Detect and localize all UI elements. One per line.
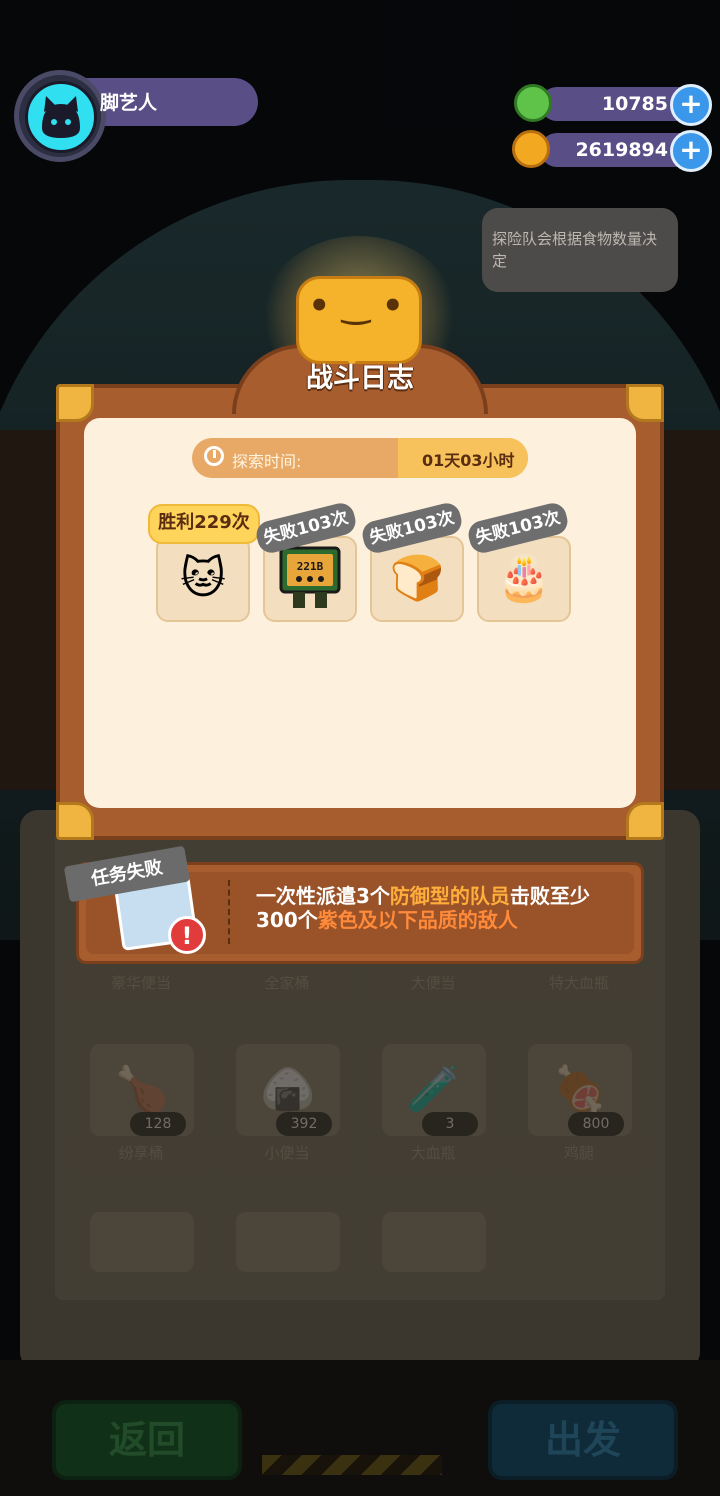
- explore-time-value: 01天03小时: [422, 451, 515, 470]
- calico-cat-hero-icon: 🐱: [180, 553, 226, 604]
- smile-face-icon: • ‿ •: [308, 286, 404, 326]
- explore-time-label: 探索时间:: [232, 452, 302, 471]
- mission-text-highlight: 紫色及以下品质的敌人: [317, 908, 518, 932]
- gold-planet-coin-icon: [512, 130, 550, 168]
- clock-hand: [213, 450, 216, 458]
- green-gem-icon: [514, 84, 552, 122]
- alert-icon: !: [168, 916, 206, 954]
- mission-text-highlight: 防御型的队员: [389, 884, 510, 908]
- add-gems-button[interactable]: +: [670, 84, 712, 126]
- player-name: 脚艺人: [100, 92, 158, 114]
- corner-ornament: [626, 384, 664, 422]
- win-count-badge: 胜利229次: [148, 504, 260, 544]
- 221b-box-monster-icon: 221B: [279, 546, 341, 608]
- avatar[interactable]: [25, 81, 97, 153]
- corner-ornament: [626, 802, 664, 840]
- coin-count: 2619894: [575, 139, 668, 161]
- corner-ornament: [56, 384, 94, 422]
- box-sign-text: 221B: [297, 560, 324, 573]
- cat-face-icon: [42, 96, 80, 138]
- mission-description: 一次性派遣3个防御型的队员击败至少300个紫色及以下品质的敌人: [256, 884, 620, 932]
- food-tip-bubble: 探险队会根据食物数量决定: [482, 208, 678, 292]
- add-coins-button[interactable]: +: [670, 130, 712, 172]
- gem-count: 10785: [601, 93, 668, 115]
- mission-text-part: 一次性派遣3个: [256, 884, 390, 908]
- modal-title: 战斗日志: [306, 363, 414, 394]
- corner-ornament: [56, 802, 94, 840]
- unit-card[interactable]: 🐱: [156, 536, 250, 622]
- divider: [228, 880, 230, 944]
